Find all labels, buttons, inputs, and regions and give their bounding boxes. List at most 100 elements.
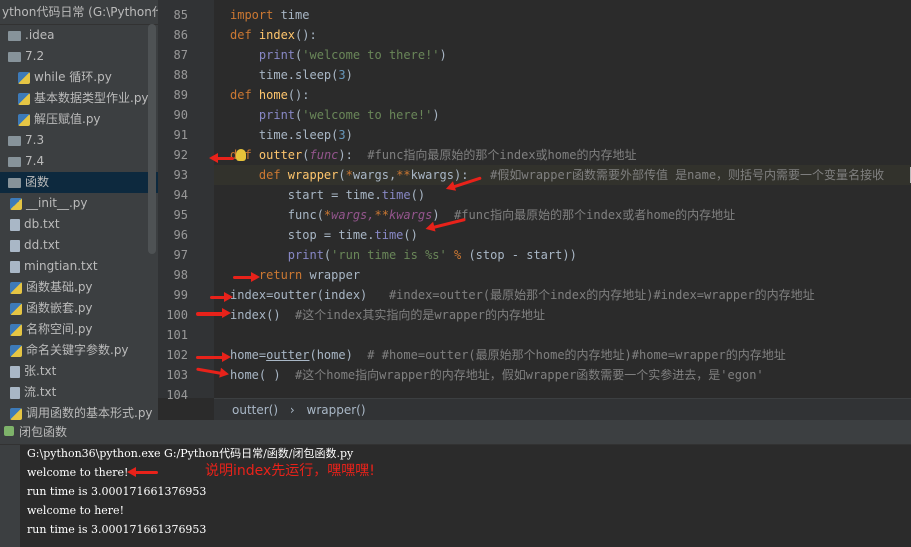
run-console: G:\python36\python.exe G:/Python代码日常/函数/… xyxy=(0,445,911,547)
python-file-icon xyxy=(10,344,22,357)
tree-item-label: mingtian.txt xyxy=(24,259,98,273)
console-line: welcome to here! xyxy=(27,504,124,517)
code-line-86: def index(): xyxy=(230,28,317,42)
tree-item[interactable]: 7.4 xyxy=(0,151,158,172)
lightbulb-icon[interactable] xyxy=(236,149,246,161)
annotation-arrow xyxy=(210,292,233,302)
tree-item[interactable]: 解压赋值.py xyxy=(0,109,158,130)
code-line-102: home=outter(home) # #home=outter(最原始那个ho… xyxy=(230,348,786,362)
tree-item[interactable]: dd.txt xyxy=(0,235,158,256)
tree-item-label: .idea xyxy=(25,28,55,42)
code-line-89: def home(): xyxy=(230,88,310,102)
line-number: 96 xyxy=(173,228,188,242)
tree-item-label: 基本数据类型作业.py xyxy=(34,91,149,105)
annotation-arrow xyxy=(196,308,231,318)
line-number: 100 xyxy=(166,308,188,322)
tree-item[interactable]: 调用函数的基本形式.py xyxy=(0,403,158,420)
tree-item[interactable]: 命名关键字参数.py xyxy=(0,340,158,361)
tree-item-label: 名称空间.py xyxy=(26,322,93,336)
python-file-icon xyxy=(18,92,30,105)
python-file-icon xyxy=(10,197,22,210)
code-line-103: home( ) #这个home指向wrapper的内存地址，假如wrapper函… xyxy=(230,368,764,382)
text-file-icon xyxy=(10,386,20,399)
line-gutter: 85 86 87 88 89 90 91 92 93 94 95 96 97 98 99 100 101 102 1… xyxy=(158,0,214,402)
python-file-icon xyxy=(10,323,22,336)
annotation-note: 说明index先运行，嘿嘿嘿! xyxy=(205,463,375,479)
text-file-icon xyxy=(10,365,20,378)
tree-item-label: db.txt xyxy=(24,217,60,231)
annotation-arrow xyxy=(127,467,158,477)
code-line-97: print('run time is %s' % (stop - start)) xyxy=(230,248,577,262)
code-line-94: start = time.time() xyxy=(230,188,426,202)
code-line-95: func(*wargs,**kwargs) #func指向最原始的那个index… xyxy=(230,208,736,222)
text-file-icon xyxy=(10,260,20,273)
tree-item-label: 函数 xyxy=(25,175,50,189)
line-number: 102 xyxy=(166,348,188,362)
tree-item-label: 解压赋值.py xyxy=(34,112,101,126)
tree-item[interactable]: 函数基础.py xyxy=(0,277,158,298)
code-line-88: time.sleep(3) xyxy=(230,68,353,82)
code-line-98: return wrapper xyxy=(230,268,361,282)
code-line-96: stop = time.time() xyxy=(230,228,418,242)
folder-icon xyxy=(8,177,21,188)
code-line-100: index() #这个index其实指向的是wrapper的内存地址 xyxy=(230,308,545,322)
tree-item[interactable]: db.txt xyxy=(0,214,158,235)
line-number: 91 xyxy=(173,128,188,142)
line-number: 97 xyxy=(173,248,188,262)
console-line: welcome to there! xyxy=(27,466,129,479)
text-file-icon xyxy=(10,218,20,231)
tree-item[interactable]: .idea xyxy=(0,25,158,46)
line-number: 87 xyxy=(173,48,188,62)
folder-icon xyxy=(8,156,21,167)
annotation-arrow xyxy=(209,153,234,163)
tree-item[interactable]: 函数 xyxy=(0,172,158,193)
tree-item[interactable]: 7.3 xyxy=(0,130,158,151)
line-number: 88 xyxy=(173,68,188,82)
run-toolbar: 闭包函数 xyxy=(0,420,911,445)
tree-item[interactable]: 张.txt xyxy=(0,361,158,382)
line-number: 95 xyxy=(173,208,188,222)
line-number: 101 xyxy=(166,328,188,342)
project-panel: ython代码日常 (G:\Python代 .idea 7.2 while 循环.p… xyxy=(0,0,158,420)
tree-item-label: 函数基础.py xyxy=(26,280,93,294)
folder-icon xyxy=(8,51,21,62)
text-file-icon xyxy=(10,239,20,252)
tree-item[interactable]: 7.2 xyxy=(0,46,158,67)
python-file-icon xyxy=(18,71,30,84)
run-tab-label[interactable]: 闭包函数 xyxy=(19,420,67,444)
breadcrumb-wrapper[interactable]: wrapper() xyxy=(307,403,366,417)
run-icon[interactable] xyxy=(4,426,14,436)
code-editor[interactable]: import time def index(): print('welcome … xyxy=(214,0,911,398)
code-line-99: index=outter(index) #index=outter(最原始那个i… xyxy=(230,288,815,302)
console-line: run time is 3.000171661376953 xyxy=(27,523,207,536)
line-number: 93 xyxy=(173,168,188,182)
python-file-icon xyxy=(10,281,22,294)
tree-item-label: while 循环.py xyxy=(34,70,112,84)
code-line-85: import time xyxy=(230,8,310,22)
tree-item[interactable]: 函数嵌套.py xyxy=(0,298,158,319)
tree-item[interactable]: 名称空间.py xyxy=(0,319,158,340)
tree-item[interactable]: __init__.py xyxy=(0,193,158,214)
breadcrumb-outter[interactable]: outter() xyxy=(232,403,278,417)
tree-item[interactable]: while 循环.py xyxy=(0,67,158,88)
line-number: 103 xyxy=(166,368,188,382)
console-line: run time is 3.000171661376953 xyxy=(27,485,207,498)
tree-item-label: 张.txt xyxy=(24,364,57,378)
tree-item[interactable]: mingtian.txt xyxy=(0,256,158,277)
project-scrollbar[interactable] xyxy=(148,24,156,254)
tree-item-label: dd.txt xyxy=(24,238,60,252)
folder-icon xyxy=(8,135,21,146)
tree-item-label: 函数嵌套.py xyxy=(26,301,93,315)
tree-item-label: 7.3 xyxy=(25,133,45,147)
line-number: 104 xyxy=(166,388,188,402)
line-number: 86 xyxy=(173,28,188,42)
code-line-93: def wrapper(*wargs,**kwargs): #假如wrapper… xyxy=(230,168,885,182)
code-line-90: print('welcome to here!') xyxy=(230,108,440,122)
line-number: 89 xyxy=(173,88,188,102)
tree-item[interactable]: 基本数据类型作业.py xyxy=(0,88,158,109)
tree-item[interactable]: 流.txt xyxy=(0,382,158,403)
folder-icon xyxy=(8,30,21,41)
project-title: ython代码日常 (G:\Python代 xyxy=(0,0,158,25)
tree-item-label: 7.2 xyxy=(25,49,45,63)
code-line-87: print('welcome to there!') xyxy=(230,48,447,62)
